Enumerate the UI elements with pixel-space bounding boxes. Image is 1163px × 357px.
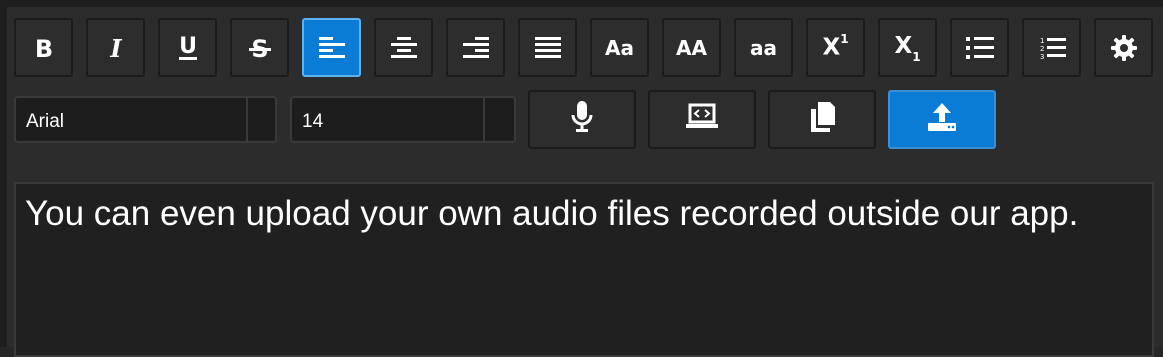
lowercase-label: aa: [750, 35, 777, 60]
align-left-button[interactable]: [302, 18, 361, 77]
subscript-icon: X1: [894, 32, 921, 65]
numbered-list-button[interactable]: 123: [1022, 18, 1081, 77]
top-strip: [0, 0, 1163, 7]
superscript-base: X: [822, 34, 841, 61]
sentence-case-label: Aa: [605, 35, 634, 60]
italic-icon: I: [103, 35, 129, 61]
align-left-icon: [318, 36, 345, 59]
svg-text:1: 1: [1040, 37, 1044, 45]
bold-icon: B: [31, 35, 57, 61]
upload-icon: [927, 102, 957, 137]
left-edge: [0, 0, 7, 347]
italic-button[interactable]: I: [86, 18, 145, 77]
align-right-button[interactable]: [446, 18, 505, 77]
text-editor[interactable]: You can even upload your own audio files…: [14, 182, 1154, 357]
copy-button[interactable]: [768, 90, 876, 149]
align-center-icon: [390, 36, 417, 59]
uppercase-button[interactable]: AA: [662, 18, 721, 77]
underline-icon: U: [175, 34, 201, 62]
uppercase-label: AA: [676, 35, 707, 60]
superscript-button[interactable]: X1: [806, 18, 865, 77]
subscript-base: X: [894, 32, 913, 59]
svg-text:2: 2: [1040, 45, 1044, 53]
font-size-value: 14: [302, 111, 324, 132]
align-right-icon: [462, 36, 489, 59]
svg-text:3: 3: [1040, 53, 1044, 60]
strikethrough-button[interactable]: S: [230, 18, 289, 77]
superscript-icon: X1: [822, 33, 848, 61]
svg-text:I: I: [109, 35, 122, 61]
editor-content[interactable]: You can even upload your own audio files…: [25, 194, 1092, 234]
lowercase-button[interactable]: aa: [734, 18, 793, 77]
superscript-mark: 1: [840, 31, 849, 46]
underline-button[interactable]: U: [158, 18, 217, 77]
font-family-select[interactable]: Arial: [14, 96, 277, 143]
microphone-icon: [571, 101, 593, 138]
bullet-list-icon: [965, 36, 994, 59]
bold-button[interactable]: B: [14, 18, 73, 77]
strikethrough-icon: S: [247, 35, 273, 61]
align-justify-button[interactable]: [518, 18, 577, 77]
svg-text:B: B: [34, 35, 52, 61]
copy-icon: [809, 101, 835, 138]
align-justify-icon: [534, 36, 561, 59]
record-button[interactable]: [528, 90, 636, 149]
embed-button[interactable]: [648, 90, 756, 149]
subscript-button[interactable]: X1: [878, 18, 937, 77]
svg-text:U: U: [179, 34, 197, 59]
settings-button[interactable]: [1094, 18, 1153, 77]
select-divider: [246, 98, 248, 141]
bullet-list-button[interactable]: [950, 18, 1009, 77]
select-divider: [483, 98, 485, 141]
font-size-select[interactable]: 14: [290, 96, 516, 143]
numbered-list-icon: 123: [1038, 36, 1066, 60]
upload-button[interactable]: [888, 90, 996, 149]
subscript-mark: 1: [912, 50, 921, 65]
font-family-value: Arial: [26, 111, 65, 132]
gear-icon: [1110, 34, 1138, 62]
align-center-button[interactable]: [374, 18, 433, 77]
sentence-case-button[interactable]: Aa: [590, 18, 649, 77]
laptop-code-icon: [684, 103, 720, 136]
